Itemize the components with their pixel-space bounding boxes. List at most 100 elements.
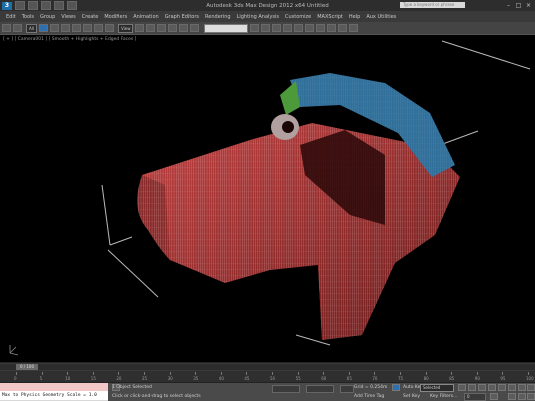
y-coordinate-field[interactable] [306, 385, 334, 393]
timeline-tick-label: 90 [474, 376, 480, 381]
zoom-icon[interactable] [508, 384, 516, 391]
object-wireframe [142, 123, 460, 340]
select-object-icon[interactable] [38, 24, 48, 32]
objects-selected-text: 1 Object Selected [112, 385, 152, 390]
pivot-center-icon[interactable] [135, 24, 145, 32]
menu-views[interactable]: Views [61, 14, 75, 20]
timeline-tick-label: 20 [116, 376, 122, 381]
undo-icon[interactable] [2, 24, 11, 32]
object-front-mesh [137, 175, 170, 260]
timeline-tick [67, 372, 69, 375]
material-editor-icon[interactable] [316, 24, 326, 32]
scene-render [9, 40, 531, 356]
timeline-tick-label: 85 [449, 376, 455, 381]
menu-modifiers[interactable]: Modifiers [104, 14, 127, 20]
timeline-tick [92, 372, 94, 375]
search-input[interactable]: Type a keyword or phrase [400, 2, 465, 8]
layer-manager-icon[interactable] [272, 24, 282, 32]
add-time-tag-button[interactable]: Add Time Tag [354, 394, 384, 399]
previous-frame-icon[interactable] [468, 384, 476, 391]
selection-region-icon[interactable] [60, 24, 70, 32]
render-production-icon[interactable] [349, 24, 359, 32]
camera-viewport[interactable]: [ + ] [ Camera001 ] [ Smooth + Highlight… [0, 34, 535, 363]
menu-group[interactable]: Group [40, 14, 55, 20]
menu-animation[interactable]: Animation [133, 14, 159, 20]
timeline-tick-label: 0 [14, 376, 17, 381]
zoom-all-icon[interactable] [518, 384, 526, 391]
timeline-tick [297, 372, 299, 375]
timeline-tick [195, 372, 197, 375]
menu-help[interactable]: Help [349, 14, 360, 20]
timeline-tick-label: 75 [398, 376, 404, 381]
menu-create[interactable]: Create [82, 14, 99, 20]
menu-tools[interactable]: Tools [22, 14, 34, 20]
field-of-view-icon[interactable] [527, 384, 535, 391]
viewport-label[interactable]: [ + ] [ Camera001 ] [ Smooth + Highlight… [3, 37, 136, 42]
align-icon[interactable] [261, 24, 271, 32]
menu-graph-editors[interactable]: Graph Editors [165, 14, 199, 20]
maximize-viewport-icon[interactable] [527, 393, 535, 400]
x-coordinate-field[interactable] [272, 385, 300, 393]
curve-editor-icon[interactable] [294, 24, 304, 32]
object-lug-hole [282, 121, 294, 133]
time-slider-thumb[interactable]: 0 / 100 [16, 364, 38, 370]
key-mode-icon[interactable] [392, 384, 400, 391]
menu-rendering[interactable]: Rendering [205, 14, 231, 20]
prompt-text: Click or click-and-drag to select object… [112, 394, 201, 399]
maxscript-input[interactable] [0, 383, 108, 391]
reference-coordinate-dropdown[interactable]: View [117, 23, 134, 33]
timeline-tick-label: 25 [142, 376, 148, 381]
menu-customize[interactable]: Customize [285, 14, 311, 20]
redo-icon[interactable] [13, 24, 22, 32]
time-configuration-icon[interactable] [490, 393, 498, 400]
selection-filter-dropdown[interactable]: All [26, 23, 37, 33]
timeline-tick-label: 65 [346, 376, 352, 381]
go-to-end-icon[interactable] [498, 384, 506, 391]
menu-edit[interactable]: Edit [6, 14, 16, 20]
next-frame-icon[interactable] [488, 384, 496, 391]
maxscript-output: Max to Physics Geometry Scale = 1.0 [0, 391, 108, 400]
menu-bar: Edit Tools Group Views Create Modifiers … [0, 11, 535, 22]
timeline-tick [323, 372, 325, 375]
title-bar: 3 Autodesk 3ds Max Design 2012 x64 Untit… [0, 0, 535, 11]
angle-snap-icon[interactable] [168, 24, 178, 32]
snap-toggle-icon[interactable] [157, 24, 167, 32]
menu-lighting-analysis[interactable]: Lighting Analysis [237, 14, 279, 20]
render-setup-icon[interactable] [327, 24, 337, 32]
timeline-tick-label: 35 [193, 376, 199, 381]
select-and-manipulate-icon[interactable] [146, 24, 156, 32]
axis-tripod-icon [9, 345, 19, 356]
timeline-tick-label: 95 [500, 376, 506, 381]
set-key-button[interactable]: Set Key [403, 394, 420, 399]
rendered-frame-icon[interactable] [338, 24, 348, 32]
pan-icon[interactable] [508, 393, 516, 400]
timeline-tick [118, 372, 120, 375]
timeline-tick-label: 5 [39, 376, 43, 381]
time-slider[interactable]: 0 / 100 [0, 364, 535, 370]
timeline-tick [220, 372, 222, 375]
percent-snap-icon[interactable] [179, 24, 189, 32]
key-set-dropdown[interactable]: Selected [420, 384, 454, 392]
select-by-name-icon[interactable] [49, 24, 59, 32]
menu-maxscript[interactable]: MAXScript [317, 14, 343, 20]
timeline-tick-label: 45 [244, 376, 250, 381]
mirror-icon[interactable] [250, 24, 260, 32]
window-crossing-icon[interactable] [71, 24, 81, 32]
graphite-toggle-icon[interactable] [283, 24, 293, 32]
rotate-icon[interactable] [93, 24, 103, 32]
z-coordinate-field[interactable] [340, 385, 354, 393]
scale-icon[interactable] [104, 24, 114, 32]
timeline-tick-label: 55 [295, 376, 301, 381]
timeline-ruler[interactable]: 0 5 10 15 20 25 30 35 40 45 50 55 60 65 70 75 80 85 90 95 10… [0, 371, 535, 382]
schematic-view-icon[interactable] [305, 24, 315, 32]
maxscript-listener[interactable]: Max to Physics Geometry Scale = 1.0 [0, 383, 108, 401]
menu-aux-utilities[interactable]: Aux Utilities [366, 14, 396, 20]
spinner-snap-icon[interactable] [190, 24, 200, 32]
play-icon[interactable] [478, 384, 486, 391]
key-filters-button[interactable]: Key Filters... [430, 394, 457, 399]
status-bar: Max to Physics Geometry Scale = 1.0 1 Ob… [0, 382, 535, 401]
move-icon[interactable] [82, 24, 92, 32]
orbit-icon[interactable] [518, 393, 526, 400]
go-to-start-icon[interactable] [458, 384, 466, 391]
named-selection-set-input[interactable] [204, 23, 249, 33]
